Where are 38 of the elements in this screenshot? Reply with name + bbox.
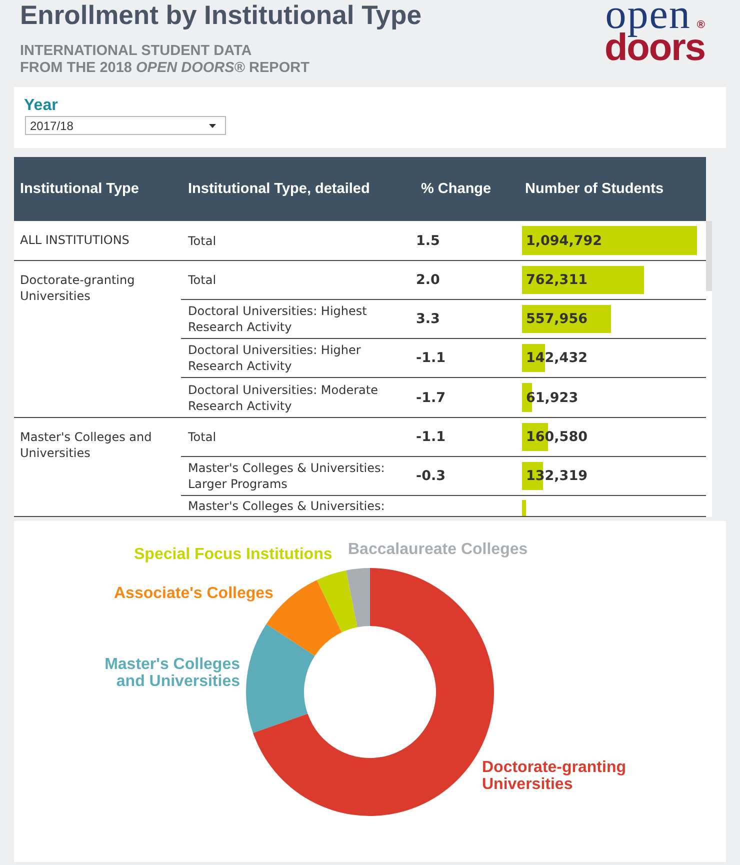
subtitle: FROM THE 2018 OPEN DOORS® REPORT	[20, 60, 310, 77]
caret-icon	[209, 124, 216, 128]
page-title: Enrollment by Institutional Type	[20, 0, 422, 30]
student-count: 1,094,792	[526, 232, 602, 248]
scrollbar-thumb[interactable]	[706, 221, 712, 291]
slice-label: Associate's Colleges	[114, 585, 274, 602]
slice-label: Master's Colleges and Universities	[104, 656, 240, 690]
slice-label: Baccalaureate Colleges	[348, 541, 528, 558]
subtitle: INTERNATIONAL STUDENT DATA	[20, 43, 252, 60]
institution-type-detail: Master's Colleges & Universities:	[188, 498, 385, 514]
slice-label: Doctorate-granting Universities	[482, 759, 627, 793]
percent-change: -1.1	[416, 350, 446, 366]
filter-label: Year	[24, 96, 58, 116]
student-count: 557,956	[526, 311, 588, 327]
year-dropdown[interactable]: 2017/18	[25, 116, 226, 135]
percent-change: 2.0	[416, 272, 440, 288]
institution-type: Master's Colleges and Universities	[20, 429, 153, 461]
percent-change: -1.1	[416, 429, 446, 445]
institution-type-detail: Doctoral Universities: Highest Research Activity	[188, 303, 368, 335]
registered-mark: ®	[696, 19, 705, 31]
percent-change: 1.5	[416, 232, 440, 248]
percent-change: -0.3	[416, 468, 446, 484]
percent-change: 3.3	[416, 311, 440, 327]
column-header: Number of Students	[525, 181, 664, 197]
percent-change: -1.7	[416, 390, 446, 406]
column-header: % Change	[421, 181, 492, 197]
column-header: Institutional Type, detailed	[188, 181, 370, 197]
institution-type-detail: Master's Colleges & Universities: Larger Programs	[188, 460, 386, 492]
institution-type: Doctorate-granting Universities	[20, 272, 136, 304]
slice-label: Special Focus Institutions	[134, 546, 332, 563]
institution-type-detail: Doctoral Universities: Moderate Research Activity	[188, 382, 379, 414]
student-count: 762,311	[526, 272, 588, 288]
institution-type: ALL INSTITUTIONS	[20, 232, 130, 248]
institution-type-detail: Total	[188, 232, 216, 248]
institution-type-detail: Doctoral Universities: Higher Research Activity	[188, 342, 362, 374]
column-header: Institutional Type	[20, 181, 139, 197]
institution-type-detail: Total	[188, 429, 216, 445]
institution-type-detail: Total	[188, 272, 216, 288]
